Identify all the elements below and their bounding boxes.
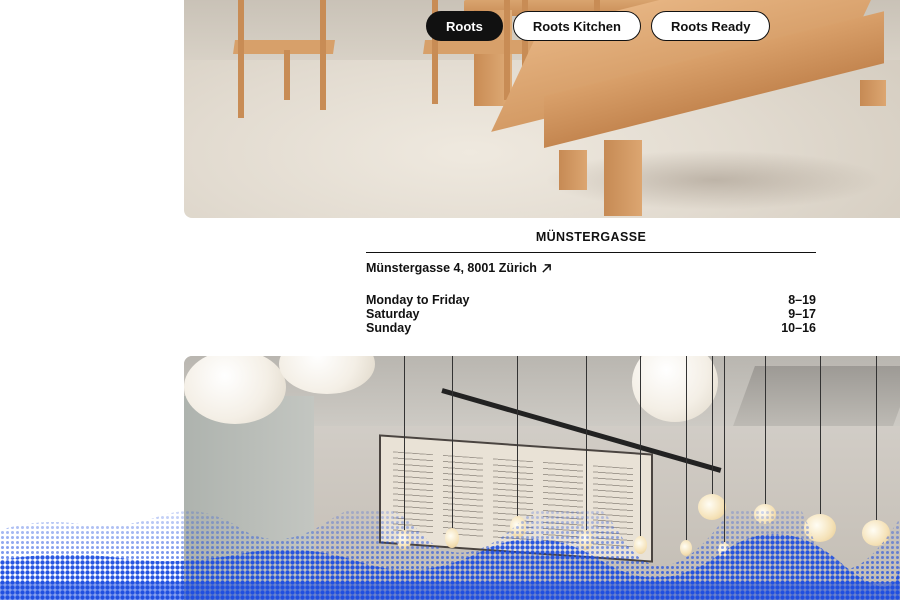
photo-chair <box>224 0 335 120</box>
location-name: MÜNSTERGASSE <box>366 230 816 253</box>
location-photo-bottom <box>184 356 900 600</box>
tab-roots[interactable]: Roots <box>426 11 503 41</box>
hours-days: Saturday <box>366 307 420 321</box>
hours-time: 10–16 <box>781 321 816 335</box>
location-tabs: Roots Roots Kitchen Roots Ready <box>426 11 771 41</box>
tab-roots-ready[interactable]: Roots Ready <box>650 11 771 41</box>
hours-days: Monday to Friday <box>366 293 470 307</box>
hours-days: Sunday <box>366 321 412 335</box>
photo-menu-board <box>379 434 653 563</box>
hours-time: 8–19 <box>788 293 816 307</box>
location-info: MÜNSTERGASSE Münstergasse 4, 8001 Zürich… <box>366 230 816 335</box>
opening-hours: Monday to Friday 8–19 Saturday 9–17 Sund… <box>366 293 816 335</box>
tab-roots-kitchen[interactable]: Roots Kitchen <box>512 11 641 41</box>
address-text: Münstergasse 4, 8001 Zürich <box>366 261 537 275</box>
external-arrow-icon <box>542 263 551 273</box>
hours-row: Sunday 10–16 <box>366 321 816 335</box>
hours-time: 9–17 <box>788 307 816 321</box>
address-link[interactable]: Münstergasse 4, 8001 Zürich <box>366 261 816 275</box>
hours-row: Saturday 9–17 <box>366 307 816 321</box>
hours-row: Monday to Friday 8–19 <box>366 293 816 307</box>
